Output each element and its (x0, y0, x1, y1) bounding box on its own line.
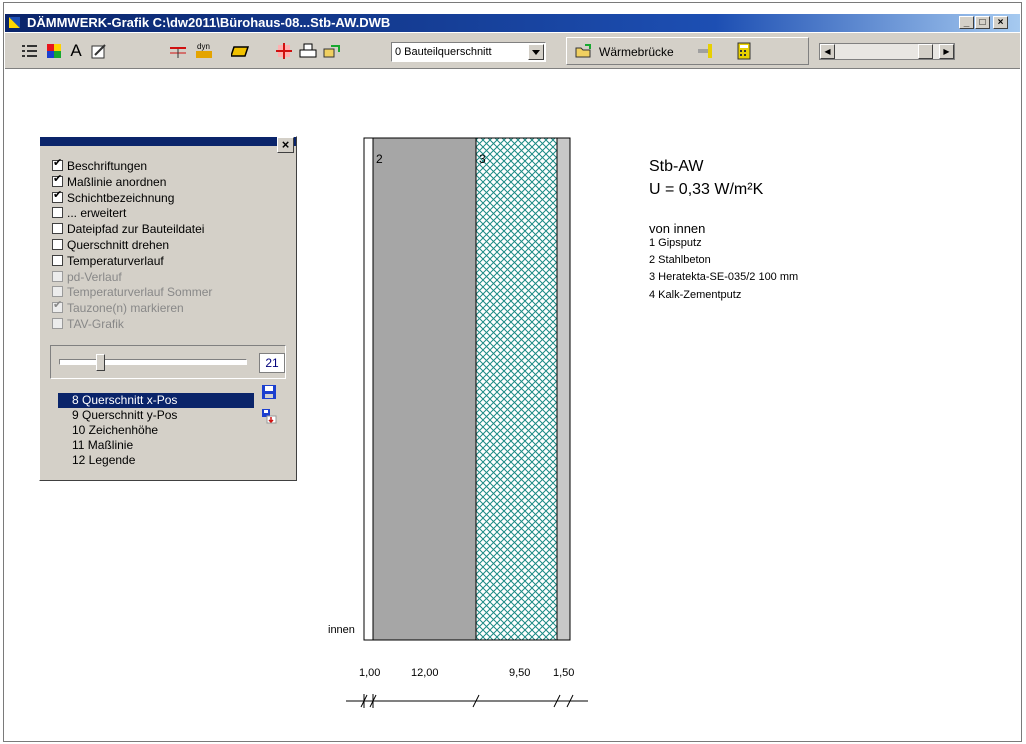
side-label-innen: innen (328, 624, 355, 636)
layer-stahlbeton (372, 137, 477, 641)
dimension-value: 1,00 (359, 667, 381, 679)
layer-label-3: 3 (479, 152, 486, 166)
layer-gipsputz (363, 137, 374, 641)
u-value: U = 0,33 W/m²K (649, 181, 764, 198)
dimension-value: 9,50 (509, 667, 531, 679)
dimension-value: 1,50 (553, 667, 575, 679)
legend-heading: von innen (649, 221, 706, 236)
layer-label-2: 2 (376, 152, 383, 166)
layer-kalk-zementputz (556, 137, 571, 641)
legend-item: 1 Gipsputz (649, 237, 702, 249)
layer-insulation (475, 137, 558, 641)
dimension-value: 12,00 (411, 667, 439, 679)
cross-section-drawing (346, 137, 588, 708)
legend-item: 3 Heratekta-SE-035/2 100 mm (649, 271, 799, 283)
legend-item: 4 Kalk-Zementputz (649, 289, 742, 301)
component-name: Stb-AW (649, 158, 704, 175)
legend-item: 2 Stahlbeton (649, 254, 711, 266)
